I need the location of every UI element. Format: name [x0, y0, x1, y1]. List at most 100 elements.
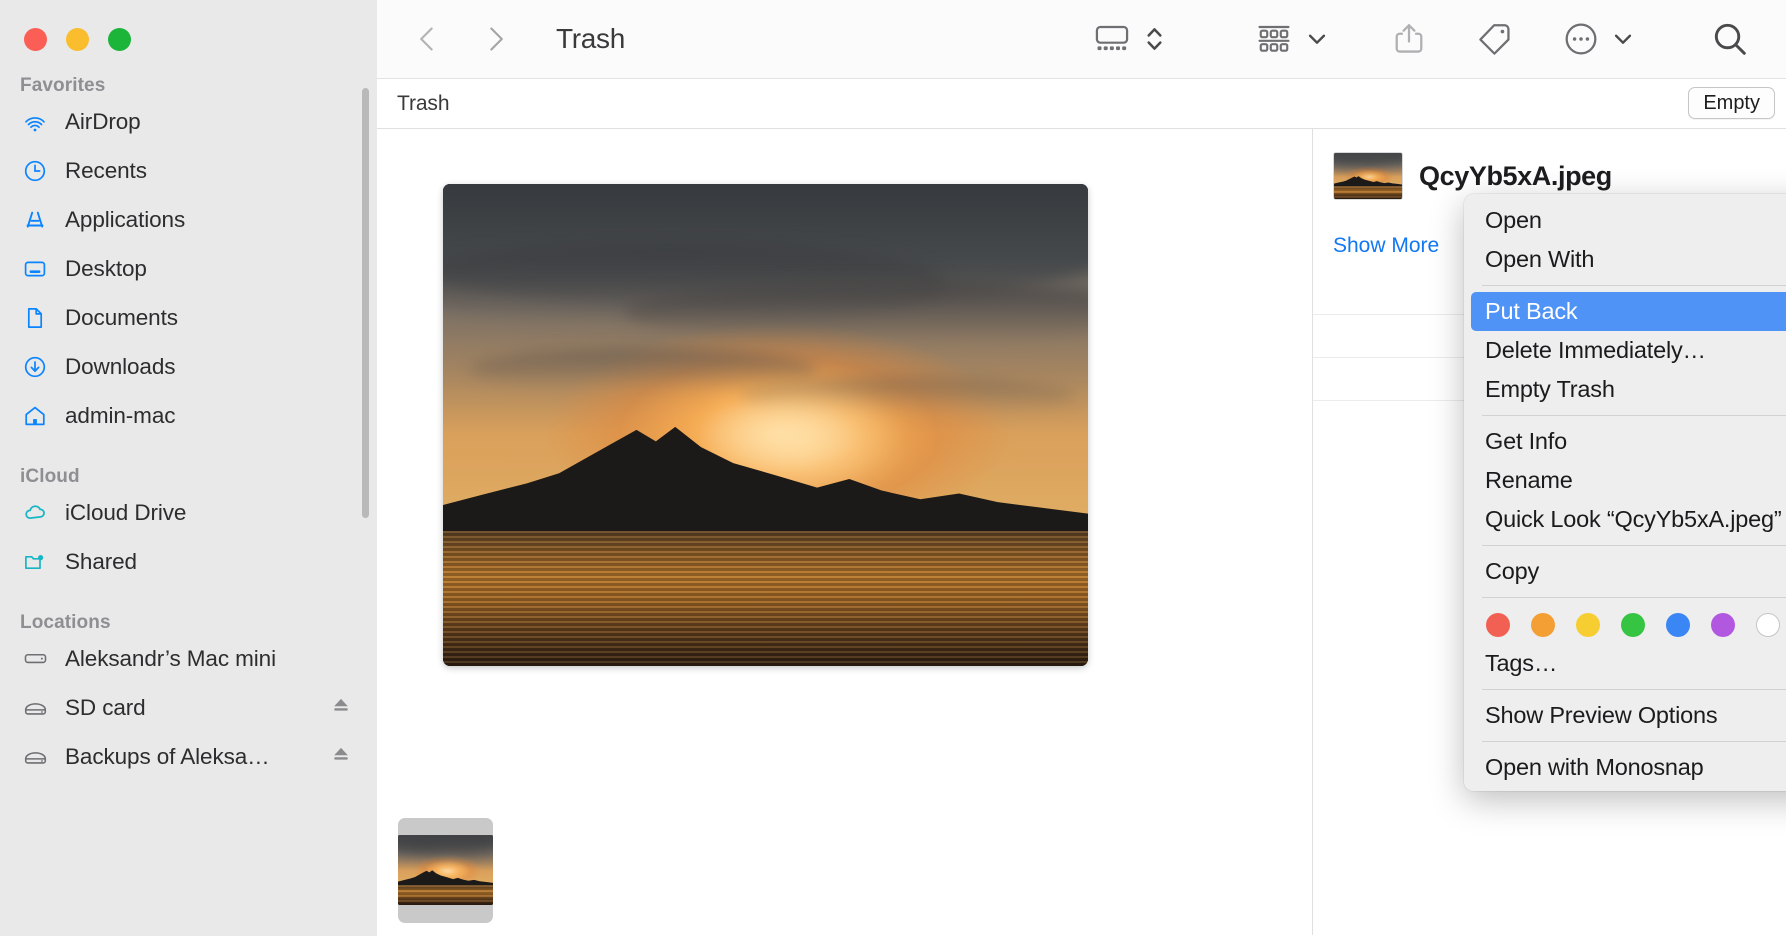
menu-item-open-with-monosnap[interactable]: Open with Monosnap	[1471, 748, 1786, 787]
tag-color-red[interactable]	[1486, 613, 1510, 637]
eject-icon[interactable]	[330, 743, 352, 770]
chevron-up-down-icon[interactable]	[1143, 20, 1166, 58]
menu-separator	[1482, 689, 1786, 690]
context-menu: Open Open With Put Back Delete Immediate…	[1464, 194, 1786, 791]
toolbar: Trash	[377, 0, 1786, 79]
thumbnail-image	[398, 835, 493, 905]
sidebar-item-applications[interactable]: Applications	[0, 195, 377, 244]
tag-color-purple[interactable]	[1711, 613, 1735, 637]
empty-trash-button[interactable]: Empty	[1688, 87, 1775, 119]
home-icon	[22, 403, 48, 429]
sidebar-item-sd-card[interactable]: SD card	[0, 683, 377, 732]
menu-item-empty-trash[interactable]: Empty Trash	[1471, 370, 1786, 409]
menu-separator	[1482, 741, 1786, 742]
menu-item-quick-look[interactable]: Quick Look “QcyYb5xA.jpeg”	[1471, 500, 1786, 539]
menu-item-show-preview-options[interactable]: Show Preview Options	[1471, 696, 1786, 735]
group-by-icon[interactable]	[1254, 19, 1294, 59]
menu-item-rename[interactable]: Rename	[1471, 461, 1786, 500]
sidebar-item-label: SD card	[65, 695, 146, 721]
menu-item-label: Rename	[1485, 467, 1573, 494]
view-mode-group	[1092, 19, 1166, 59]
mac-mini-icon	[22, 646, 48, 672]
sidebar-item-icloud-drive[interactable]: iCloud Drive	[0, 488, 377, 537]
menu-item-label: Empty Trash	[1485, 376, 1615, 403]
menu-item-label: Get Info	[1485, 428, 1567, 455]
tag-color-orange[interactable]	[1531, 613, 1555, 637]
menu-item-get-info[interactable]: Get Info	[1471, 422, 1786, 461]
gallery-preview-pane	[377, 129, 1313, 935]
sidebar-scrollbar[interactable]	[362, 88, 369, 518]
sidebar-item-recents[interactable]: Recents	[0, 146, 377, 195]
breadcrumb: Trash	[397, 92, 449, 116]
sidebar-item-mac-mini[interactable]: Aleksandr’s Mac mini	[0, 634, 377, 683]
close-button[interactable]	[24, 28, 47, 51]
sidebar-item-shared[interactable]: Shared	[0, 537, 377, 586]
sidebar-item-documents[interactable]: Documents	[0, 293, 377, 342]
navigation-buttons	[411, 22, 512, 56]
tag-color-blue[interactable]	[1666, 613, 1690, 637]
gallery-view-icon[interactable]	[1092, 19, 1132, 59]
more-group	[1562, 20, 1636, 58]
sidebar-item-label: Documents	[65, 305, 178, 331]
thumbnail-item-selected[interactable]	[398, 818, 493, 923]
menu-item-open-with[interactable]: Open With	[1471, 240, 1786, 279]
shared-folder-icon	[22, 549, 48, 575]
sidebar-item-downloads[interactable]: Downloads	[0, 342, 377, 391]
sidebar-spacer	[0, 586, 377, 612]
sidebar-item-home[interactable]: admin-mac	[0, 391, 377, 440]
menu-item-put-back[interactable]: Put Back	[1471, 292, 1786, 331]
download-icon	[22, 354, 48, 380]
menu-item-label: Open with Monosnap	[1485, 754, 1703, 781]
chevron-left-icon[interactable]	[411, 22, 445, 56]
menu-item-label: Put Back	[1485, 298, 1577, 325]
sidebar-item-label: Applications	[65, 207, 185, 233]
desktop-icon	[22, 256, 48, 282]
menu-item-open[interactable]: Open	[1471, 201, 1786, 240]
document-icon	[22, 305, 48, 331]
sidebar-item-backups[interactable]: Backups of Aleksa…	[0, 732, 377, 781]
info-thumbnail	[1333, 152, 1403, 200]
minimize-button[interactable]	[66, 28, 89, 51]
menu-item-label: Open With	[1485, 246, 1594, 273]
tag-icon[interactable]	[1476, 20, 1514, 58]
tag-color-yellow[interactable]	[1576, 613, 1600, 637]
path-bar: Trash Empty	[377, 79, 1786, 129]
menu-item-label: Delete Immediately…	[1485, 337, 1706, 364]
sidebar-item-desktop[interactable]: Desktop	[0, 244, 377, 293]
menu-item-label: Quick Look “QcyYb5xA.jpeg”	[1485, 506, 1782, 533]
menu-separator	[1482, 597, 1786, 598]
ellipsis-circle-icon[interactable]	[1562, 20, 1600, 58]
share-icon[interactable]	[1390, 20, 1428, 58]
clock-icon	[22, 158, 48, 184]
menu-separator	[1482, 415, 1786, 416]
menu-item-delete-immediately[interactable]: Delete Immediately…	[1471, 331, 1786, 370]
menu-item-tags[interactable]: Tags…	[1471, 644, 1786, 683]
sidebar-scroll-area: Favorites AirDrop	[0, 75, 377, 936]
sidebar-item-label: Backups of Aleksa…	[65, 744, 270, 770]
menu-item-label: Open	[1485, 207, 1542, 234]
chevron-right-icon[interactable]	[478, 22, 512, 56]
sidebar-item-label: Downloads	[65, 354, 175, 380]
menu-item-label: Show Preview Options	[1485, 702, 1717, 729]
page-title: Trash	[556, 23, 625, 55]
info-header: QcyYb5xA.jpeg	[1313, 152, 1786, 200]
eject-icon[interactable]	[330, 694, 352, 721]
chevron-down-icon[interactable]	[1304, 26, 1330, 52]
tag-color-none[interactable]	[1756, 613, 1780, 637]
sidebar-section-locations-header: Locations	[0, 612, 377, 634]
tag-color-green[interactable]	[1621, 613, 1645, 637]
menu-item-copy[interactable]: Copy	[1471, 552, 1786, 591]
zoom-button[interactable]	[108, 28, 131, 51]
menu-item-label: Tags…	[1485, 650, 1557, 677]
sidebar-item-airdrop[interactable]: AirDrop	[0, 97, 377, 146]
finder-window: Favorites AirDrop	[0, 0, 1786, 936]
menu-separator	[1482, 285, 1786, 286]
sidebar-item-label: Shared	[65, 549, 137, 575]
window-controls	[24, 28, 131, 51]
preview-image[interactable]	[443, 184, 1088, 666]
cloud-icon	[22, 500, 48, 526]
chevron-down-icon[interactable]	[1610, 26, 1636, 52]
sidebar-spacer	[0, 440, 377, 466]
sidebar-item-label: Aleksandr’s Mac mini	[65, 646, 276, 672]
search-icon[interactable]	[1710, 19, 1750, 59]
